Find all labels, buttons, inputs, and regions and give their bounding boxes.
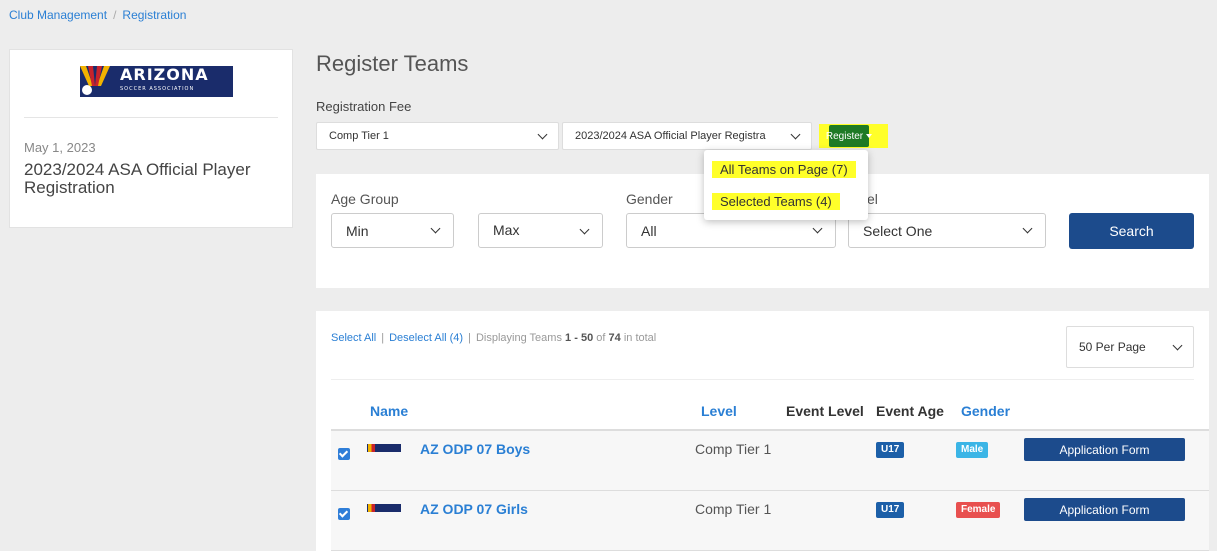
register-button-label: Register	[825, 130, 864, 142]
menu-item-all-teams-on-page[interactable]: All Teams on Page (7)	[712, 161, 856, 178]
range-separator: -	[574, 332, 578, 344]
age-group-label: Age Group	[331, 191, 399, 207]
column-header-event-level: Event Level	[786, 403, 864, 419]
of-text: of	[596, 332, 606, 344]
table-row: AZ ODP 07 Boys Comp Tier 1 U17 Male Appl…	[331, 431, 1209, 491]
breadcrumb-separator: /	[113, 8, 117, 22]
arizona-flag-icon	[80, 66, 110, 97]
table-row: AZ ODP 07 Girls Comp Tier 1 U17 Female A…	[331, 491, 1209, 551]
level-value: Select One	[863, 222, 933, 239]
team-level: Comp Tier 1	[695, 441, 772, 457]
register-button[interactable]: Register	[825, 125, 873, 147]
caret-down-icon	[866, 134, 873, 138]
range-start: 1	[565, 332, 572, 344]
select-all-link[interactable]: Select All	[331, 332, 376, 344]
team-name-link[interactable]: AZ ODP 07 Girls	[420, 501, 528, 517]
age-min-select[interactable]: Min	[331, 213, 454, 248]
gender-badge: Female	[956, 502, 1001, 518]
chevron-down-icon	[579, 224, 590, 235]
column-header-name[interactable]: Name	[370, 403, 408, 419]
column-header-level[interactable]: Level	[701, 403, 737, 419]
team-level: Comp Tier 1	[695, 501, 772, 517]
fee-registration-select[interactable]: 2023/2024 ASA Official Player Registra	[562, 122, 812, 150]
gender-label: Gender	[626, 191, 673, 207]
fee-registration-value: 2023/2024 ASA Official Player Registra	[575, 130, 766, 142]
age-min-value: Min	[346, 222, 369, 239]
level-select[interactable]: Select One	[848, 213, 1046, 248]
register-dropdown-menu: All Teams on Page (7) Selected Teams (4)	[704, 150, 868, 220]
menu-item-selected-teams[interactable]: Selected Teams (4)	[712, 193, 840, 210]
event-age-badge: U17	[876, 502, 905, 518]
registration-fee-label: Registration Fee	[316, 99, 412, 114]
breadcrumb: Club Management / Registration	[9, 8, 186, 22]
gender-value: All	[641, 222, 657, 239]
card-divider	[24, 117, 278, 118]
breadcrumb-registration[interactable]: Registration	[122, 8, 186, 22]
chevron-down-icon	[812, 223, 823, 234]
row-checkbox[interactable]	[338, 508, 350, 520]
fee-tier-value: Comp Tier 1	[329, 130, 389, 142]
chevron-down-icon	[537, 129, 548, 139]
displaying-text: Displaying Teams	[475, 332, 562, 344]
chevron-down-icon	[430, 223, 441, 234]
event-card: ARIZONA SOCCER ASSOCIATION May 1, 2023 2…	[9, 49, 293, 228]
column-header-gender[interactable]: Gender	[961, 403, 1010, 419]
per-page-value: 50 Per Page	[1079, 340, 1146, 354]
chevron-down-icon	[790, 129, 801, 139]
event-age-badge: U17	[876, 442, 905, 458]
logo-title: ARIZONA	[120, 64, 209, 84]
table-toolbar: Select All | Deselect All (4) | Displaying T…	[331, 332, 657, 344]
event-title: 2023/2024 ASA Official Player Registrati…	[24, 160, 251, 197]
arizona-soccer-logo: ARIZONA SOCCER ASSOCIATION	[80, 66, 233, 97]
breadcrumb-club-management[interactable]: Club Management	[9, 8, 107, 22]
toolbar-divider	[331, 379, 1194, 380]
page-title: Register Teams	[316, 51, 469, 76]
age-max-value: Max	[493, 222, 520, 238]
in-total-text: in total	[623, 332, 657, 344]
team-name-link[interactable]: AZ ODP 07 Boys	[420, 441, 530, 457]
logo-subtitle: SOCCER ASSOCIATION	[120, 85, 195, 92]
chevron-down-icon	[1172, 340, 1183, 350]
total-count: 74	[608, 332, 621, 344]
application-form-button[interactable]: Application Form	[1024, 438, 1185, 461]
event-date: May 1, 2023	[24, 140, 96, 155]
column-header-event-age: Event Age	[876, 403, 944, 419]
deselect-all-link[interactable]: Deselect All (4)	[389, 332, 463, 344]
search-button[interactable]: Search	[1069, 213, 1194, 249]
logo-wordmark: ARIZONA SOCCER ASSOCIATION	[110, 64, 209, 97]
row-checkbox[interactable]	[338, 448, 350, 460]
range-end: 50	[580, 332, 594, 344]
team-logo-icon	[367, 444, 401, 452]
per-page-select[interactable]: 50 Per Page	[1066, 326, 1194, 368]
fee-tier-select[interactable]: Comp Tier 1	[316, 122, 559, 150]
teams-table-panel: Select All | Deselect All (4) | Displaying T…	[316, 311, 1209, 551]
level-label: el	[867, 191, 878, 207]
chevron-down-icon	[1022, 223, 1033, 234]
age-max-select[interactable]: Max	[478, 213, 603, 248]
application-form-button[interactable]: Application Form	[1024, 498, 1185, 521]
gender-badge: Male	[956, 442, 989, 458]
team-logo-icon	[367, 504, 401, 512]
